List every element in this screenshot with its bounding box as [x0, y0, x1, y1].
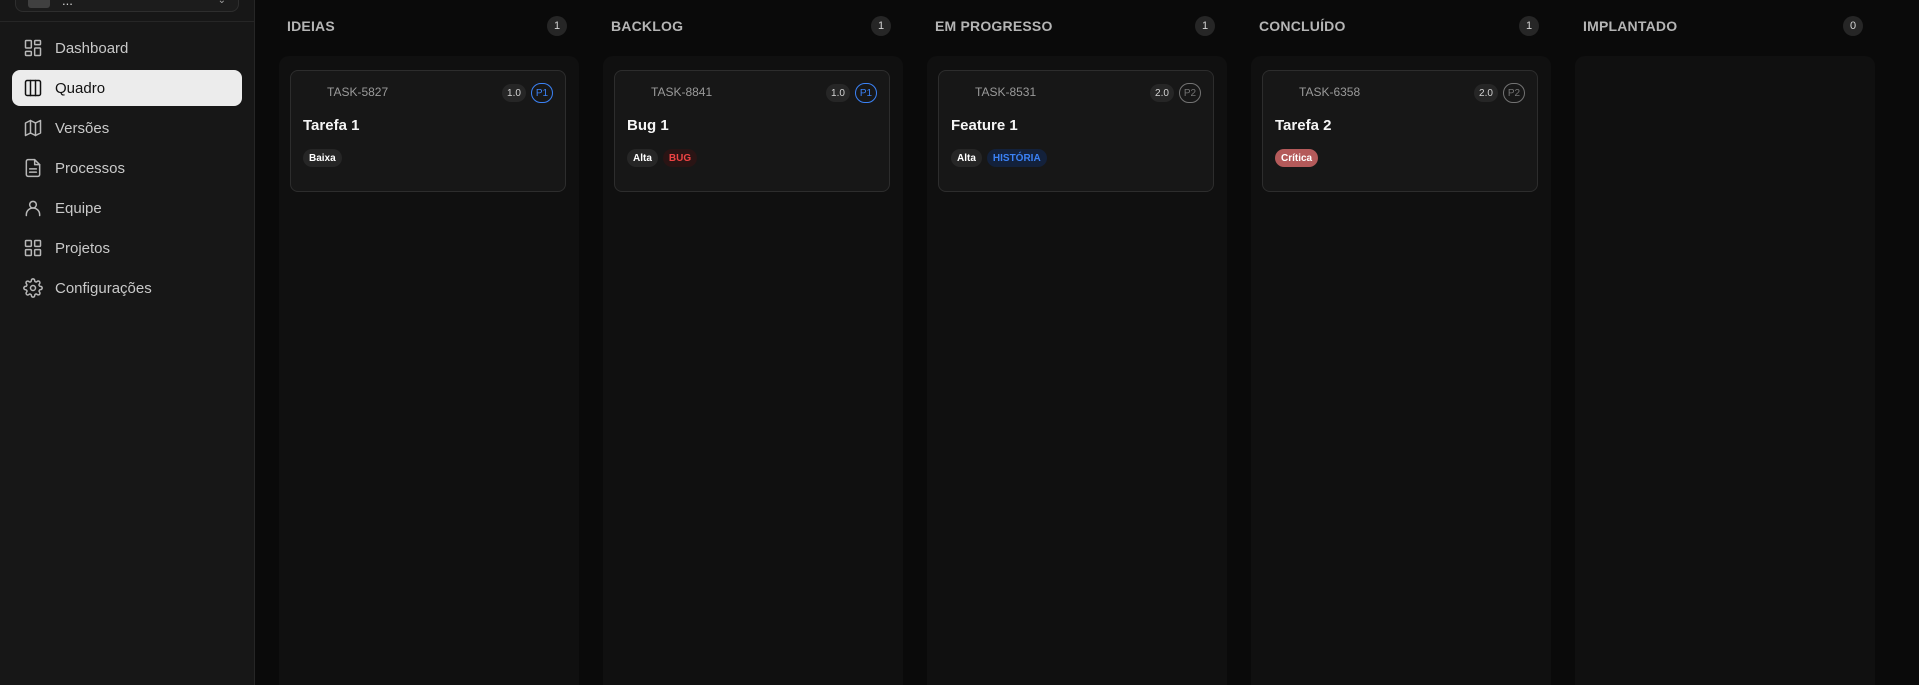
sidebar-item-versoes[interactable]: Versões: [12, 110, 242, 146]
sidebar-item-label: Processos: [55, 159, 126, 177]
tag-critical: Crítica: [1275, 149, 1319, 167]
sidebar-item-label: Configurações: [55, 279, 152, 297]
column-count-badge: 1: [1195, 16, 1215, 36]
map-icon: [24, 119, 42, 137]
column-header: IDEIAS 1: [287, 14, 579, 38]
column-count-badge: 1: [547, 16, 567, 36]
document-icon: [25, 158, 41, 178]
project-name: ...: [62, 0, 73, 8]
app: ... ⌄ Dashboard Quadro Versões Processos Equ…: [0, 0, 1919, 685]
task-id: TASK-6358: [1299, 85, 1361, 99]
task-card[interactable]: TASK-6358 2.0 P2 Tarefa 2 Crítica: [1262, 70, 1538, 192]
task-card[interactable]: TASK-8841 1.0 P1 Bug 1 Alta BUG: [614, 70, 890, 192]
version-badge: 1.0: [502, 84, 526, 102]
tag-neutral: Alta: [627, 149, 658, 167]
column-concluido: CONCLUÍDO 1 TASK-6358 2.0 P2 Tarefa 2 Crítica: [1251, 0, 1551, 685]
priority-badge: P2: [1503, 83, 1525, 103]
card-tags: Alta HISTÓRIA: [951, 149, 1047, 167]
card-tags: Baixa: [303, 149, 342, 167]
version-badge: 1.0: [826, 84, 850, 102]
column-header: CONCLUÍDO 1: [1259, 14, 1551, 38]
column-em-progresso: EM PROGRESSO 1 TASK-8531 2.0 P2 Feature 1 Alta…: [927, 0, 1227, 685]
sidebar-item-dashboard[interactable]: Dashboard: [12, 30, 242, 66]
column-count-badge: 0: [1843, 16, 1863, 36]
task-id: TASK-8841: [651, 85, 713, 99]
card-meta: 2.0 P2: [1474, 83, 1525, 103]
task-id: TASK-5827: [327, 85, 389, 99]
board-icon: [24, 79, 42, 97]
column-title: EM PROGRESSO: [935, 18, 1053, 34]
tag-bug: BUG: [662, 149, 698, 167]
task-title: Bug 1: [627, 117, 669, 134]
version-badge: 2.0: [1150, 84, 1174, 102]
column-title: IMPLANTADO: [1583, 18, 1678, 34]
column-header: EM PROGRESSO 1: [935, 14, 1227, 38]
sidebar-nav: Dashboard Quadro Versões Processos Equipe Pro…: [12, 30, 242, 310]
column-count-badge: 1: [871, 16, 891, 36]
gear-icon: [23, 278, 43, 298]
sidebar-item-configuracoes[interactable]: Configurações: [12, 270, 242, 306]
task-card[interactable]: TASK-8531 2.0 P2 Feature 1 Alta HISTÓRIA: [938, 70, 1214, 192]
column-title: CONCLUÍDO: [1259, 18, 1346, 34]
column-dropzone[interactable]: TASK-8841 1.0 P1 Bug 1 Alta BUG: [603, 56, 903, 685]
column-header: BACKLOG 1: [611, 14, 903, 38]
priority-badge: P1: [855, 83, 877, 103]
column-backlog: BACKLOG 1 TASK-8841 1.0 P1 Bug 1 Alta BUG: [603, 0, 903, 685]
user-icon: [25, 200, 41, 217]
sidebar-divider: [0, 21, 254, 22]
sidebar-item-processos[interactable]: Processos: [12, 150, 242, 186]
column-implantado: IMPLANTADO 0: [1575, 0, 1875, 685]
sidebar: ... ⌄ Dashboard Quadro Versões Processos Equ…: [0, 0, 255, 685]
card-meta: 1.0 P1: [826, 83, 877, 103]
task-title: Feature 1: [951, 117, 1018, 134]
column-dropzone[interactable]: TASK-6358 2.0 P2 Tarefa 2 Crítica: [1251, 56, 1551, 685]
chevron-updown-icon: ⌄: [217, 0, 226, 6]
priority-badge: P1: [531, 83, 553, 103]
tag-neutral: Alta: [951, 149, 982, 167]
sidebar-item-label: Projetos: [55, 239, 111, 257]
column-title: IDEIAS: [287, 18, 335, 34]
task-card[interactable]: TASK-5827 1.0 P1 Tarefa 1 Baixa: [290, 70, 566, 192]
task-id: TASK-8531: [975, 85, 1037, 99]
column-header: IMPLANTADO 0: [1583, 14, 1875, 38]
sidebar-item-label: Dashboard: [55, 39, 129, 57]
priority-badge: P2: [1179, 83, 1201, 103]
column-dropzone[interactable]: [1575, 56, 1875, 685]
sidebar-item-label: Quadro: [55, 79, 106, 97]
sidebar-item-projetos[interactable]: Projetos: [12, 230, 242, 266]
task-title: Tarefa 1: [303, 117, 360, 134]
kanban-board: IDEIAS 1 TASK-5827 1.0 P1 Tarefa 1 Baixa BACKLO…: [255, 0, 1919, 685]
task-title: Tarefa 2: [1275, 117, 1332, 134]
version-badge: 2.0: [1474, 84, 1498, 102]
card-tags: Crítica: [1275, 149, 1319, 167]
tag-neutral: Baixa: [303, 149, 342, 167]
project-avatar: [28, 0, 50, 8]
card-meta: 1.0 P1: [502, 83, 553, 103]
column-ideias: IDEIAS 1 TASK-5827 1.0 P1 Tarefa 1 Baixa: [279, 0, 579, 685]
dashboard-icon: [24, 39, 42, 57]
column-dropzone[interactable]: TASK-5827 1.0 P1 Tarefa 1 Baixa: [279, 56, 579, 685]
sidebar-item-label: Versões: [55, 119, 110, 137]
card-meta: 2.0 P2: [1150, 83, 1201, 103]
column-count-badge: 1: [1519, 16, 1539, 36]
project-switcher[interactable]: ... ⌄: [15, 0, 239, 12]
column-dropzone[interactable]: TASK-8531 2.0 P2 Feature 1 Alta HISTÓRIA: [927, 56, 1227, 685]
column-title: BACKLOG: [611, 18, 684, 34]
sidebar-item-equipe[interactable]: Equipe: [12, 190, 242, 226]
card-tags: Alta BUG: [627, 149, 698, 167]
tag-story: HISTÓRIA: [986, 149, 1047, 167]
sidebar-item-quadro[interactable]: Quadro: [12, 70, 242, 106]
sidebar-item-label: Equipe: [55, 199, 102, 217]
grid-icon: [24, 239, 42, 257]
